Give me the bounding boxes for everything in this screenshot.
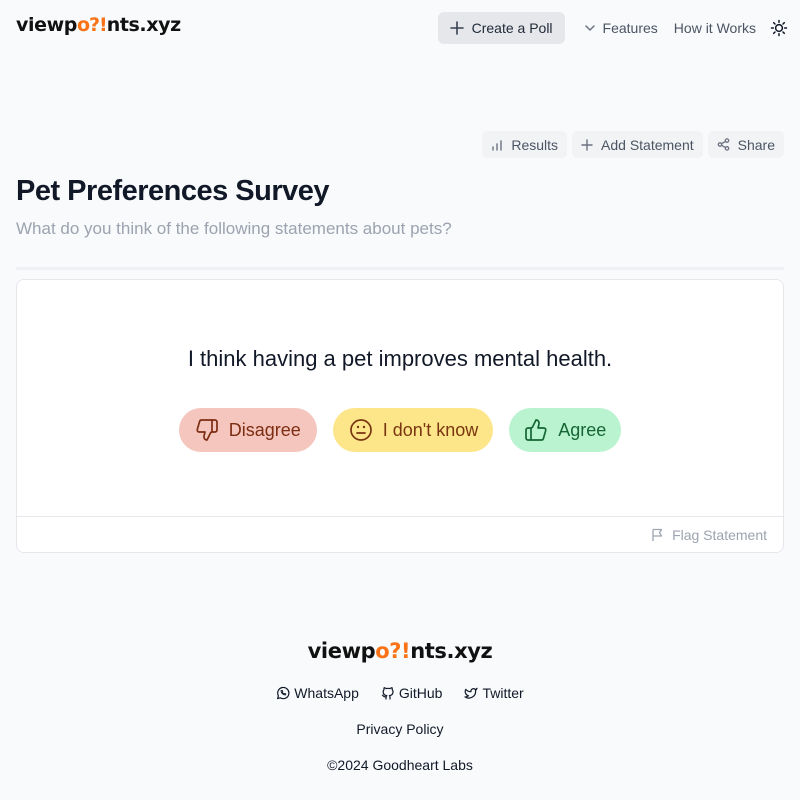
features-label: Features (602, 20, 658, 36)
poll-toolbar: Results Add Statement Share (482, 131, 784, 158)
twitter-link[interactable]: Twitter (464, 685, 524, 701)
thumbs-down-icon (195, 418, 219, 442)
meh-face-icon (349, 418, 373, 442)
privacy-policy-link[interactable]: Privacy Policy (0, 721, 800, 737)
footer-logo-text-end: nts.xyz (410, 639, 493, 663)
disagree-button[interactable]: Disagree (178, 408, 317, 452)
whatsapp-icon (276, 686, 290, 700)
statement-card: I think having a pet improves mental hea… (16, 279, 784, 553)
logo-mark: o?! (76, 14, 108, 36)
divider (16, 267, 784, 270)
page-subtitle: What do you think of the following state… (16, 219, 452, 238)
plus-icon (581, 138, 593, 151)
flag-statement-button[interactable]: Flag Statement (651, 527, 767, 543)
dont-know-label: I don't know (382, 419, 479, 440)
share-label: Share (737, 136, 775, 153)
top-header: viewp o?! nts.xyz Create a Poll Features H… (0, 0, 800, 56)
create-poll-button[interactable]: Create a Poll (437, 12, 565, 44)
create-poll-label: Create a Poll (471, 20, 553, 36)
agree-button[interactable]: Agree (509, 408, 622, 452)
copyright-text: ©2024 Goodheart Labs (327, 757, 473, 773)
add-statement-button[interactable]: Add Statement (572, 131, 703, 158)
footer-logo[interactable]: viewpo?!nts.xyz (0, 639, 800, 663)
plus-icon (449, 21, 464, 35)
statement-text: I think having a pet improves mental hea… (187, 346, 613, 371)
page-title: Pet Preferences Survey (16, 175, 330, 207)
main-nav: Create a Poll Features How it Works (437, 12, 788, 44)
github-icon (381, 686, 395, 700)
github-label: GitHub (398, 685, 443, 701)
twitter-label: Twitter (482, 685, 524, 701)
results-button[interactable]: Results (482, 131, 568, 158)
logo-text-end: nts.xyz (106, 14, 181, 36)
disagree-label: Disagree (228, 419, 301, 440)
features-menu[interactable]: Features (583, 20, 658, 36)
results-label: Results (511, 136, 559, 153)
sun-icon (770, 19, 788, 37)
share-button[interactable]: Share (707, 131, 784, 158)
add-statement-label: Add Statement (601, 136, 694, 153)
footer-logo-text-start: viewp (307, 639, 376, 663)
card-footer: Flag Statement (17, 516, 783, 553)
github-link[interactable]: GitHub (381, 685, 443, 701)
footer-logo-mark: o?! (375, 639, 411, 663)
bar-chart-icon (491, 139, 503, 151)
thumbs-up-icon (524, 418, 548, 442)
how-it-works-link[interactable]: How it Works (674, 20, 756, 36)
theme-toggle-button[interactable] (770, 19, 788, 37)
share-icon (717, 138, 730, 151)
twitter-icon (464, 686, 479, 700)
whatsapp-label: WhatsApp (294, 685, 359, 701)
flag-label: Flag Statement (672, 527, 767, 543)
agree-label: Agree (558, 419, 607, 440)
whatsapp-link[interactable]: WhatsApp (276, 685, 359, 701)
vote-buttons: Disagree I don't know Agree (17, 408, 783, 452)
logo-text-start: viewp (16, 14, 77, 36)
how-it-works-label: How it Works (673, 20, 756, 36)
logo[interactable]: viewp o?! nts.xyz (16, 14, 181, 36)
flag-icon (651, 528, 664, 542)
chevron-down-icon (583, 21, 597, 35)
social-links: WhatsApp GitHub Twitter (0, 685, 800, 701)
dont-know-button[interactable]: I don't know (332, 408, 494, 452)
